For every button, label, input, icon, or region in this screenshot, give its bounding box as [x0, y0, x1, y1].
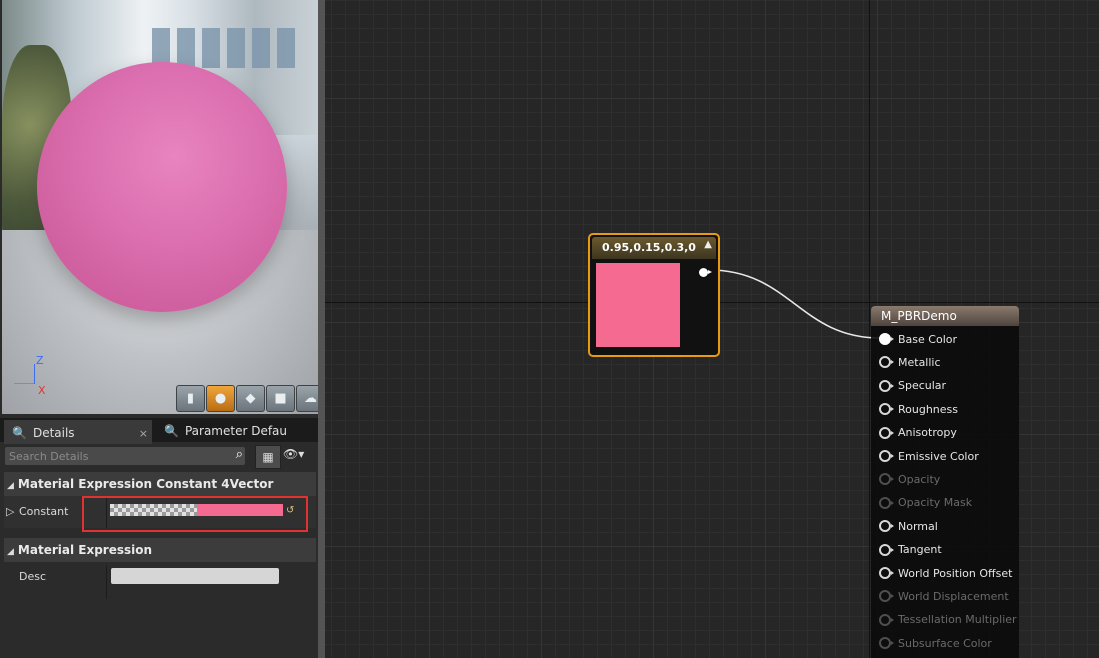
pin-world-displacement[interactable]: World Displacement: [879, 586, 1009, 606]
category-material-expression-label: Material Expression: [17, 543, 153, 557]
pin-label: Opacity: [898, 472, 941, 486]
pin-label: Roughness: [898, 402, 959, 416]
constant-label: Constant: [19, 505, 69, 518]
desc-label: Desc: [19, 570, 47, 583]
pin-circle-icon: [879, 473, 894, 486]
constant-node-preview: [596, 263, 680, 347]
cube-preview-button[interactable]: ■: [266, 385, 295, 412]
pin-circle-icon: [879, 379, 894, 392]
tab-parameter-defaults[interactable]: 🔍 Parameter Defaults: [156, 420, 286, 442]
pin-circle-icon: [879, 333, 894, 345]
constant4vector-node[interactable]: 0.95,0.15,0.3,0 ▲: [588, 233, 720, 357]
pin-world-position-offset[interactable]: World Position Offset: [879, 563, 1012, 583]
pin-normal[interactable]: Normal: [879, 516, 938, 536]
pin-label: World Displacement: [898, 589, 1009, 603]
pin-specular[interactable]: Specular: [879, 376, 946, 396]
pin-opacity[interactable]: Opacity: [879, 469, 940, 489]
constant-expand-icon[interactable]: ▷: [6, 505, 14, 518]
preview-shape-toolbar: ▮ ● ◆ ■ ☁: [176, 385, 325, 412]
tab-details-label: Details: [32, 426, 75, 440]
pin-label: Subsurface Color: [898, 636, 992, 650]
search-details-box: ⌕: [5, 447, 245, 465]
pin-opacity-mask[interactable]: Opacity Mask: [879, 493, 972, 513]
pin-subsurface-color[interactable]: Subsurface Color: [879, 633, 992, 653]
pin-circle-icon: [879, 613, 894, 626]
pin-circle-icon: [879, 520, 894, 533]
axis-z-label: Z: [36, 354, 44, 367]
search-icon: 🔍: [12, 426, 27, 440]
pin-label: Anisotropy: [898, 426, 957, 440]
pin-label: Tessellation Multiplier: [898, 613, 1017, 627]
pin-label: World Position Offset: [898, 566, 1013, 580]
plane-preview-button[interactable]: ◆: [236, 385, 265, 412]
expand-triangle-icon: ◢: [7, 547, 14, 557]
cube-icon: ■: [274, 391, 287, 406]
pin-circle-icon: [879, 496, 894, 509]
cylinder-icon: ▮: [186, 391, 195, 406]
pin-roughness[interactable]: Roughness: [879, 399, 958, 419]
plane-icon: ◆: [245, 391, 256, 406]
left-panel: Z X ▮ ● ◆ ■ ☁ 🔍 Details × 🔍 Parameter De…: [0, 0, 325, 658]
category-constant-4vector[interactable]: ◢ Material Expression Constant 4Vector: [4, 472, 316, 496]
pin-label: Normal: [898, 519, 938, 533]
collapse-icon[interactable]: ▲: [704, 239, 712, 250]
eye-icon: 👁▾: [283, 447, 305, 461]
search-details-input[interactable]: [9, 447, 227, 465]
close-icon[interactable]: ×: [139, 427, 148, 440]
expand-triangle-icon: ◢: [7, 481, 14, 491]
material-result-node[interactable]: M_PBRDemo Base Color Metallic Specular Roug…: [871, 306, 1019, 658]
pin-tangent[interactable]: Tangent: [879, 540, 942, 560]
pin-circle-icon: [879, 450, 894, 462]
sphere-icon: ●: [214, 391, 227, 406]
highlight-box: [82, 496, 308, 532]
details-tab-bar: 🔍 Details × 🔍 Parameter Defaults: [0, 418, 318, 444]
view-options-button[interactable]: ▦: [255, 445, 281, 469]
pin-anisotropy[interactable]: Anisotropy: [879, 423, 957, 443]
teapot-icon: ☁: [304, 391, 317, 406]
pin-circle-icon: [879, 543, 894, 556]
tab-parameter-defaults-label: Parameter Defaults: [184, 424, 286, 438]
axis-x-label: X: [38, 384, 46, 397]
visibility-filter-button[interactable]: 👁▾: [283, 447, 304, 461]
pin-label: Emissive Color: [898, 449, 979, 463]
pin-circle-icon: [879, 567, 894, 579]
pin-circle-icon: [879, 590, 894, 603]
result-node-title: M_PBRDemo: [871, 306, 1019, 326]
panel-splitter[interactable]: [318, 0, 325, 658]
category-material-expression[interactable]: ◢ Material Expression: [4, 538, 316, 562]
search-icon: 🔍: [164, 424, 179, 438]
output-pin[interactable]: [699, 268, 712, 277]
desc-input[interactable]: [111, 568, 279, 584]
pin-label: Tangent: [898, 543, 942, 557]
sphere-preview-button[interactable]: ●: [206, 385, 235, 412]
constant-node-title: 0.95,0.15,0.3,0: [592, 237, 716, 259]
pin-label: Metallic: [898, 355, 941, 369]
cylinder-preview-button[interactable]: ▮: [176, 385, 205, 412]
pin-label: Base Color: [898, 332, 958, 346]
graph-origin-axis-v: [869, 0, 870, 658]
tab-details[interactable]: 🔍 Details ×: [4, 420, 152, 444]
pin-label: Specular: [898, 379, 947, 393]
pin-metallic[interactable]: Metallic: [879, 352, 941, 372]
preview-viewport[interactable]: Z X: [2, 0, 318, 414]
pin-base-color[interactable]: Base Color: [879, 329, 957, 349]
pin-circle-icon: [879, 637, 894, 650]
pin-emissive-color[interactable]: Emissive Color: [879, 446, 979, 466]
category-constant-4vector-label: Material Expression Constant 4Vector: [17, 477, 274, 491]
pin-circle-icon: [879, 426, 894, 439]
magnifier-icon: ⌕: [235, 447, 243, 462]
pin-label: Opacity Mask: [898, 496, 973, 510]
pin-tessellation-multiplier[interactable]: Tessellation Multiplier: [879, 610, 1017, 630]
list-view-icon: ▦: [262, 450, 274, 464]
preview-sphere: [37, 62, 287, 312]
pin-circle-icon: [879, 403, 894, 416]
pin-circle-icon: [879, 356, 894, 369]
